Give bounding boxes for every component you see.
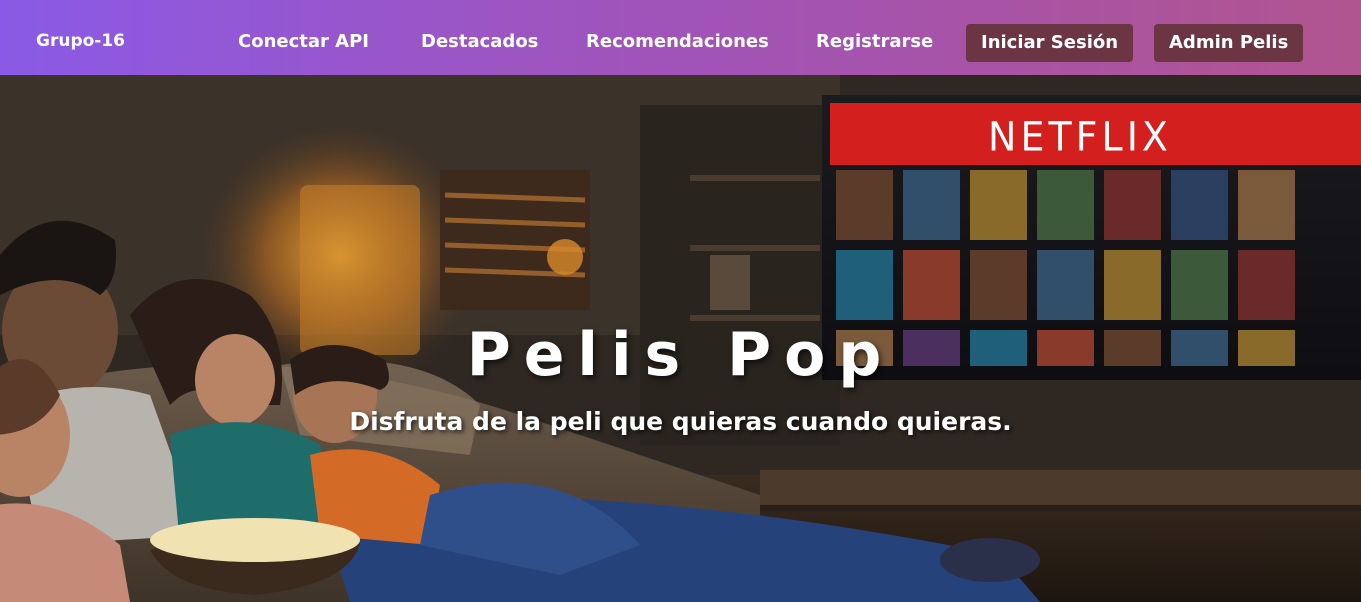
movie-poster-thumbnail	[1037, 250, 1094, 320]
movie-poster-thumbnail	[903, 170, 960, 240]
movie-poster-thumbnail	[1171, 250, 1228, 320]
movie-poster-thumbnail	[1238, 250, 1295, 320]
nav-link-destacados[interactable]: Destacados	[421, 31, 538, 52]
movie-poster-thumbnail	[1104, 170, 1161, 240]
movie-poster-thumbnail	[970, 170, 1027, 240]
movie-poster-thumbnail	[970, 250, 1027, 320]
nav-link-conectar-api[interactable]: Conectar API	[238, 31, 369, 52]
movie-poster-thumbnail	[1037, 170, 1094, 240]
netflix-logo: NETFLIX	[988, 115, 1172, 161]
navbar: Grupo-16 Conectar API Destacados Recomen…	[0, 0, 1361, 75]
movie-poster-thumbnail	[1238, 170, 1295, 240]
movie-poster-thumbnail	[836, 170, 893, 240]
login-button[interactable]: Iniciar Sesión	[966, 24, 1134, 62]
movie-poster-thumbnail	[903, 250, 960, 320]
movie-poster-thumbnail	[1171, 170, 1228, 240]
hero-banner: NETFLIX Pelis Pop Disfruta de la peli qu…	[0, 75, 1361, 602]
nav-link-registrarse[interactable]: Registrarse	[816, 31, 933, 52]
hero-title: Pelis Pop	[466, 320, 895, 390]
movie-poster-thumbnail	[1104, 250, 1161, 320]
movie-poster-thumbnail	[836, 250, 893, 320]
nav-link-recomendaciones[interactable]: Recomendaciones	[586, 31, 769, 52]
admin-pelis-button[interactable]: Admin Pelis	[1154, 24, 1304, 62]
hero-subtitle: Disfruta de la peli que quieras cuando q…	[349, 407, 1012, 436]
brand-logo[interactable]: Grupo-16	[36, 31, 125, 51]
